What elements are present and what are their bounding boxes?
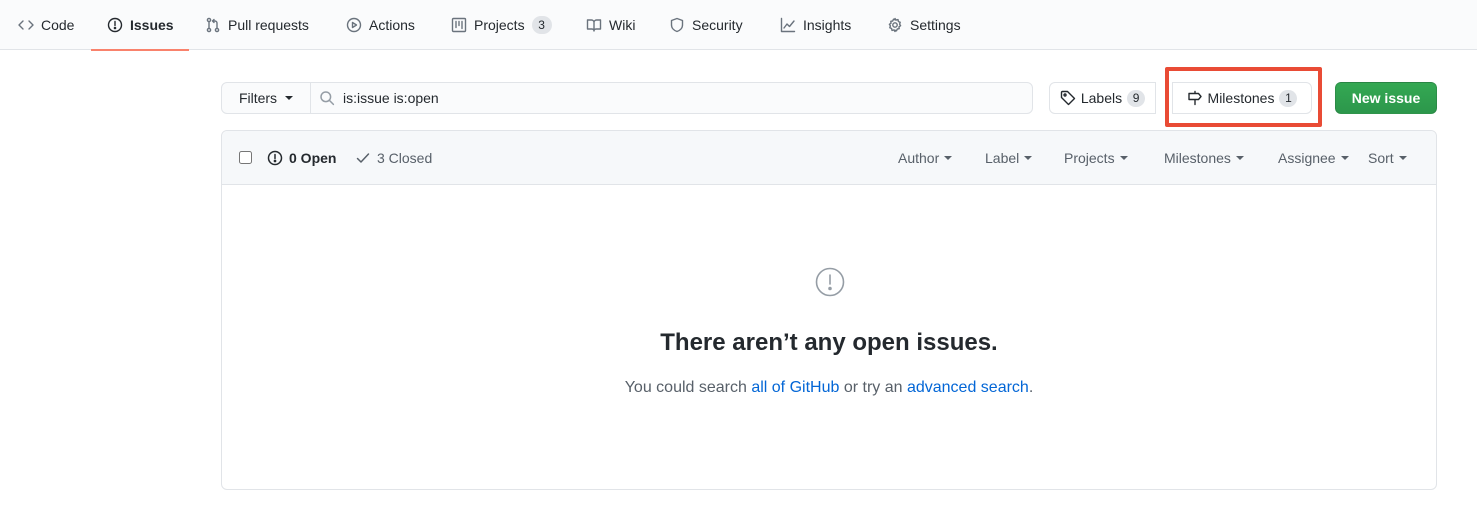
author-filter-label: Author (898, 150, 940, 166)
milestones-filter-label: Milestones (1164, 150, 1231, 166)
issues-list-header: 0 Open 3 Closed Author Label Projects Mi… (222, 131, 1436, 185)
tab-code-label: Code (41, 17, 75, 33)
assignee-filter-dropdown[interactable]: Assignee (1278, 131, 1349, 185)
caret-down-icon (1024, 156, 1033, 160)
shield-icon (670, 17, 684, 33)
empty-state: There aren’t any open issues. You could … (222, 186, 1436, 489)
tag-icon (1060, 90, 1076, 106)
milestones-button-label: Milestones (1207, 90, 1275, 106)
repo-nav: Code Issues Pull requests Actions Projec… (0, 0, 1477, 51)
tab-settings[interactable]: Settings (871, 0, 977, 50)
select-all-checkbox[interactable] (239, 151, 252, 164)
tab-pull-requests[interactable]: Pull requests (189, 0, 325, 50)
caret-down-icon (1340, 156, 1349, 160)
issues-search-input[interactable] (335, 90, 1015, 106)
labels-button[interactable]: Labels 9 (1049, 82, 1156, 114)
tab-wiki-label: Wiki (609, 17, 636, 33)
gear-icon (888, 17, 902, 33)
assignee-filter-label: Assignee (1278, 150, 1336, 166)
filters-button-label: Filters (238, 90, 278, 106)
caret-down-icon (1398, 156, 1407, 160)
tab-security-label: Security (692, 17, 743, 33)
issues-search-box (310, 82, 1033, 114)
advanced-search-link[interactable]: advanced search (907, 379, 1029, 396)
tab-actions[interactable]: Actions (330, 0, 431, 50)
label-filter-label: Label (985, 150, 1020, 166)
new-issue-button[interactable]: New issue (1335, 82, 1437, 114)
projects-count-badge: 3 (531, 16, 552, 34)
sort-dropdown[interactable]: Sort (1368, 131, 1407, 185)
tab-insights[interactable]: Insights (764, 0, 867, 50)
milestone-icon (1187, 90, 1202, 106)
caret-down-icon (1235, 156, 1244, 160)
code-icon (18, 20, 34, 30)
tab-wiki[interactable]: Wiki (570, 0, 651, 50)
sort-label: Sort (1368, 150, 1394, 166)
caret-down-icon (1119, 156, 1128, 160)
empty-state-description: You could search all of GitHub or try an… (222, 379, 1436, 397)
issue-opened-icon (107, 17, 123, 33)
search-icon (320, 91, 335, 106)
author-filter-dropdown[interactable]: Author (898, 131, 953, 185)
tab-settings-label: Settings (910, 17, 961, 33)
git-pull-request-icon (206, 17, 220, 33)
empty-state-desc-middle: or try an (839, 379, 907, 396)
closed-issues-label: 3 Closed (377, 150, 433, 166)
tab-issues[interactable]: Issues (91, 0, 189, 51)
check-icon (356, 153, 370, 163)
empty-state-title: There aren’t any open issues. (660, 329, 998, 356)
play-icon (346, 17, 362, 33)
closed-issues-link[interactable]: 3 Closed (355, 131, 432, 185)
projects-filter-label: Projects (1064, 150, 1115, 166)
label-filter-dropdown[interactable]: Label (985, 131, 1033, 185)
labels-count-badge: 9 (1127, 89, 1146, 107)
milestones-filter-dropdown[interactable]: Milestones (1164, 131, 1244, 185)
tab-projects[interactable]: Projects 3 (435, 0, 568, 50)
project-icon (451, 17, 467, 33)
projects-filter-dropdown[interactable]: Projects (1064, 131, 1128, 185)
open-issues-label: 0 Open (289, 150, 337, 166)
tab-projects-label: Projects (474, 17, 525, 33)
book-icon (586, 19, 602, 32)
tab-actions-label: Actions (369, 17, 415, 33)
tab-pull-requests-label: Pull requests (228, 17, 309, 33)
milestones-count-badge: 1 (1279, 89, 1298, 107)
caret-down-icon (285, 96, 294, 100)
issue-opened-icon (814, 266, 846, 298)
filters-button[interactable]: Filters (221, 82, 311, 114)
open-issues-link[interactable]: 0 Open (267, 131, 336, 185)
issues-list-box: 0 Open 3 Closed Author Label Projects Mi… (221, 130, 1437, 490)
tab-security[interactable]: Security (653, 0, 759, 50)
issue-opened-icon (267, 150, 283, 166)
tab-insights-label: Insights (803, 17, 852, 33)
caret-down-icon (944, 156, 953, 160)
labels-button-label: Labels (1080, 90, 1123, 106)
empty-state-desc-prefix: You could search (624, 379, 752, 396)
tab-code[interactable]: Code (2, 0, 90, 50)
milestones-button[interactable]: Milestones 1 (1172, 82, 1312, 114)
empty-state-desc-suffix: . (1028, 379, 1034, 396)
tab-issues-label: Issues (130, 17, 174, 33)
graph-icon (780, 17, 796, 33)
all-of-github-link[interactable]: all of GitHub (751, 379, 839, 396)
